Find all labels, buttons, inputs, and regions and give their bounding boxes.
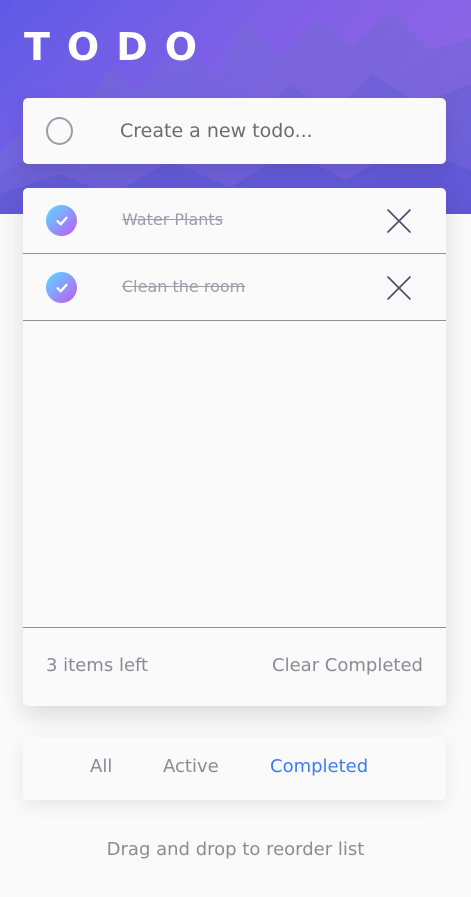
- todo-list-card: Water Plants Clean the room 3 items left…: [23, 188, 446, 706]
- new-todo-input[interactable]: [118, 114, 422, 148]
- filter-bar: All Active Completed: [23, 737, 446, 800]
- items-left-count: 3 items left: [46, 655, 149, 676]
- todo-item-1[interactable]: Water Plants: [23, 188, 446, 254]
- delete-button-1[interactable]: [385, 207, 413, 235]
- theme-toggle-button[interactable]: [410, 28, 444, 62]
- checkmark-icon: [55, 216, 68, 225]
- todo-check-button-1[interactable]: [46, 205, 77, 236]
- footer-divider: [23, 627, 446, 628]
- new-todo-bar: [23, 98, 446, 164]
- todo-item-2[interactable]: Clean the room: [23, 255, 446, 321]
- todo-text-2: Clean the room: [122, 277, 246, 296]
- clear-completed-button[interactable]: Clear Completed: [272, 654, 423, 678]
- filter-active-button[interactable]: Active: [163, 755, 219, 779]
- filter-completed-button[interactable]: Completed: [270, 755, 368, 779]
- close-icon: [387, 276, 411, 300]
- app-title: TODO: [24, 25, 215, 69]
- checkmark-icon: [55, 283, 68, 292]
- filter-all-button[interactable]: All: [90, 755, 112, 779]
- close-icon: [387, 209, 411, 233]
- delete-button-2[interactable]: [385, 274, 413, 302]
- drag-drop-hint: Drag and drop to reorder list: [106, 839, 365, 860]
- new-todo-circle-button[interactable]: [46, 117, 73, 145]
- todo-check-button-2[interactable]: [46, 272, 77, 303]
- todo-text-1: Water Plants: [122, 210, 224, 229]
